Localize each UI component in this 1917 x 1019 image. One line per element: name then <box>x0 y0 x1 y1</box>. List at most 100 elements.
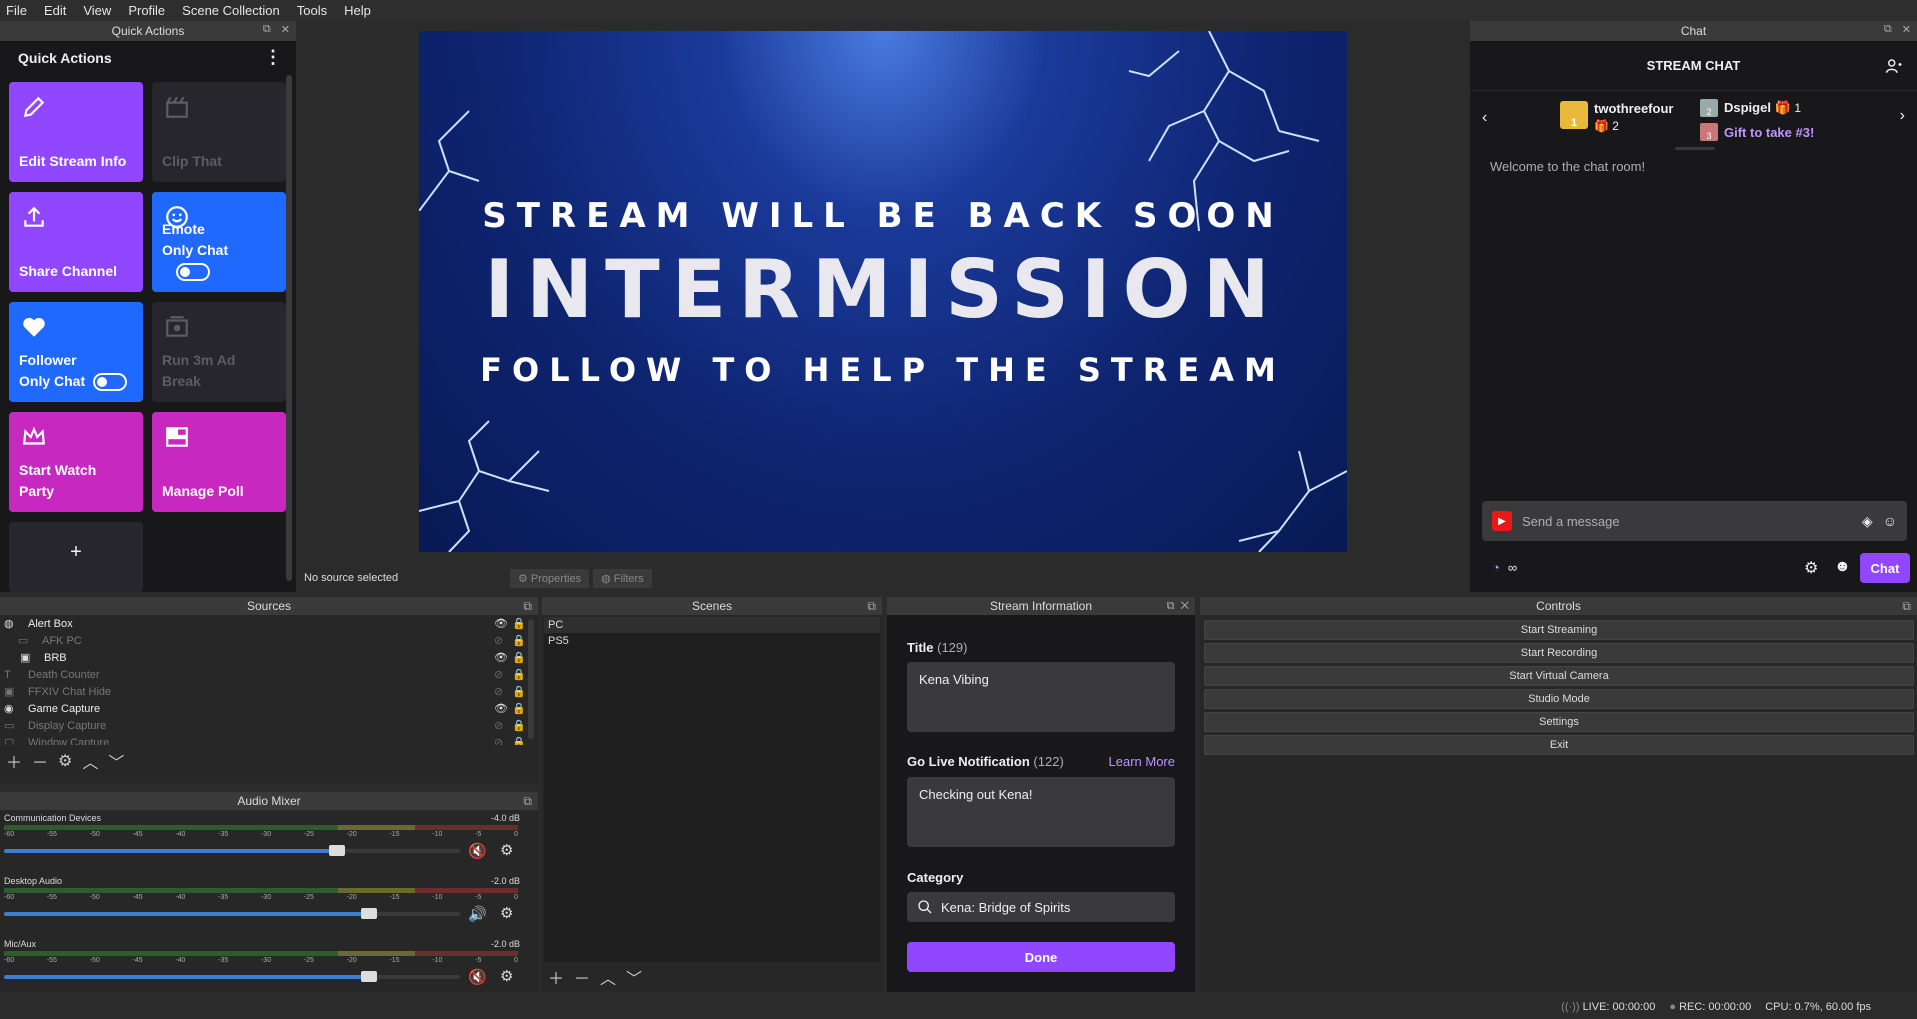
move-down-icon[interactable]: ﹀ <box>108 749 124 773</box>
follower-only-chat-button[interactable]: Follower Only Chat <box>9 302 143 402</box>
properties-button[interactable]: ⚙ Properties <box>510 568 590 588</box>
float-icon[interactable]: ⧉ <box>1167 600 1175 612</box>
users-icon[interactable] <box>1885 57 1903 75</box>
menu-tools[interactable]: Tools <box>297 3 327 18</box>
muted-speaker-icon[interactable]: 🔇 <box>468 842 487 860</box>
add-scene-icon[interactable]: ＋ <box>548 965 564 989</box>
chat-emote-picker-icon[interactable]: ☻ <box>1834 558 1851 576</box>
eye-icon[interactable]: ⊘ <box>494 668 512 681</box>
muted-speaker-icon[interactable]: 🔇 <box>468 968 487 986</box>
chevron-right-icon[interactable]: › <box>1900 107 1905 125</box>
slider-knob[interactable] <box>360 971 377 982</box>
lock-icon[interactable]: 🔒 <box>512 736 538 745</box>
channel-settings-icon[interactable]: ⚙ <box>500 841 513 859</box>
move-up-icon[interactable]: ︿ <box>600 965 616 989</box>
remove-scene-icon[interactable]: － <box>574 965 590 989</box>
source-item[interactable]: ◉ Game Capture 👁 🔒 <box>0 700 538 717</box>
manage-poll-button[interactable]: Manage Poll <box>152 412 286 512</box>
close-icon[interactable]: ✕ <box>1902 23 1911 36</box>
edit-stream-info-button[interactable]: Edit Stream Info <box>9 82 143 182</box>
gift-to-take-link[interactable]: Gift to take #3! <box>1724 125 1814 140</box>
source-item[interactable]: ▣ FFXIV Chat Hide ⊘ 🔒 <box>0 683 538 700</box>
scene-item[interactable]: PC <box>544 617 880 633</box>
gifter-2-name[interactable]: Dspigel 🎁 1 <box>1724 100 1801 116</box>
add-source-icon[interactable]: ＋ <box>6 749 22 773</box>
source-settings-icon[interactable]: ⚙ <box>58 751 72 771</box>
scene-item[interactable]: PS5 <box>544 633 880 649</box>
menu-profile[interactable]: Profile <box>128 3 165 18</box>
menu-help[interactable]: Help <box>344 3 371 18</box>
slider-knob[interactable] <box>328 845 345 856</box>
float-icon[interactable]: ⧉ <box>523 599 532 614</box>
follower-only-toggle[interactable] <box>93 373 128 392</box>
slider-knob[interactable] <box>360 908 377 919</box>
eye-icon[interactable]: ⊘ <box>494 736 512 745</box>
bits-icon[interactable]: ◈ <box>1862 513 1873 530</box>
float-icon[interactable]: ⧉ <box>263 23 271 36</box>
category-input[interactable]: Kena: Bridge of Spirits <box>907 892 1175 922</box>
source-item[interactable]: ▭ Display Capture ⊘ 🔒 <box>0 717 538 734</box>
done-button[interactable]: Done <box>907 942 1175 972</box>
volume-slider[interactable] <box>4 845 460 856</box>
notification-input[interactable]: Checking out Kena! <box>907 777 1175 847</box>
share-channel-button[interactable]: Share Channel <box>9 192 143 292</box>
float-icon[interactable]: ⧉ <box>1902 599 1911 614</box>
move-up-icon[interactable]: ︿ <box>82 749 98 773</box>
move-down-icon[interactable]: ﹀ <box>626 965 642 989</box>
chat-send-button[interactable]: Chat <box>1860 553 1910 583</box>
lock-icon[interactable]: 🔒 <box>512 719 538 732</box>
emote-icon[interactable]: ☺ <box>1883 513 1897 529</box>
speaker-icon[interactable]: 🔊 <box>468 905 487 923</box>
lock-icon[interactable]: 🔒 <box>512 617 538 630</box>
learn-more-link[interactable]: Learn More <box>1109 754 1175 769</box>
menu-scene-collection[interactable]: Scene Collection <box>182 3 280 18</box>
studio-mode-button[interactable]: Studio Mode <box>1204 689 1914 709</box>
start-streaming-button[interactable]: Start Streaming <box>1204 620 1914 640</box>
title-input[interactable]: Kena Vibing <box>907 662 1175 732</box>
chat-input[interactable]: ▶ Send a message ◈ ☺ <box>1482 501 1907 541</box>
volume-slider[interactable] <box>4 908 460 919</box>
quick-actions-scrollbar[interactable] <box>286 75 292 581</box>
exit-button[interactable]: Exit <box>1204 735 1914 755</box>
channel-settings-icon[interactable]: ⚙ <box>500 904 513 922</box>
start-virtual-camera-button[interactable]: Start Virtual Camera <box>1204 666 1914 686</box>
source-item[interactable]: ▢ Window Capture ⊘ 🔒 <box>0 734 538 746</box>
gifter-1-name[interactable]: twothreefour <box>1594 101 1673 116</box>
program-preview[interactable]: STREAM WILL BE BACK SOON INTERMISSION FO… <box>419 31 1347 552</box>
chevron-left-icon[interactable]: ‹ <box>1482 109 1487 127</box>
settings-button[interactable]: Settings <box>1204 712 1914 732</box>
source-item[interactable]: T Death Counter ⊘ 🔒 <box>0 666 538 683</box>
close-icon[interactable]: ✕ <box>1181 600 1189 612</box>
lock-icon[interactable]: 🔒 <box>512 634 538 647</box>
start-watch-party-button[interactable]: Start Watch Party <box>9 412 143 512</box>
lock-icon[interactable]: 🔒 <box>512 702 538 715</box>
eye-icon[interactable]: ⊘ <box>494 685 512 698</box>
source-item[interactable]: ▣ BRB 👁 🔒 <box>0 649 538 666</box>
menu-file[interactable]: File <box>6 3 27 18</box>
eye-icon[interactable]: 👁 <box>494 617 512 630</box>
close-icon[interactable]: ✕ <box>281 23 290 36</box>
channel-settings-icon[interactable]: ⚙ <box>500 967 513 985</box>
sources-scrollbar[interactable] <box>528 619 534 739</box>
eye-icon[interactable]: 👁 <box>494 651 512 664</box>
source-item[interactable]: ◍ Alert Box 👁 🔒 <box>0 615 538 632</box>
float-icon[interactable]: ⧉ <box>867 599 876 614</box>
start-recording-button[interactable]: Start Recording <box>1204 643 1914 663</box>
eye-icon[interactable]: ⊘ <box>494 719 512 732</box>
float-icon[interactable]: ⧉ <box>523 794 532 809</box>
emote-only-chat-button[interactable]: Emote Only Chat <box>152 192 286 292</box>
remove-source-icon[interactable]: － <box>32 749 48 773</box>
lock-icon[interactable]: 🔒 <box>512 668 538 681</box>
emote-only-toggle[interactable] <box>176 263 210 282</box>
more-options-icon[interactable]: ⋮ <box>264 47 282 68</box>
source-item[interactable]: ▭ AFK PC ⊘ 🔒 <box>0 632 538 649</box>
add-quick-action-button[interactable]: + <box>9 522 143 592</box>
float-icon[interactable]: ⧉ <box>1884 23 1892 36</box>
menu-edit[interactable]: Edit <box>44 3 66 18</box>
lock-icon[interactable]: 🔒 <box>512 651 538 664</box>
filters-button[interactable]: ◍ Filters <box>593 568 652 588</box>
channel-points[interactable]: ◔ ∞ <box>1492 560 1517 575</box>
volume-slider[interactable] <box>4 971 460 982</box>
eye-icon[interactable]: ⊘ <box>494 634 512 647</box>
menu-view[interactable]: View <box>83 3 111 18</box>
